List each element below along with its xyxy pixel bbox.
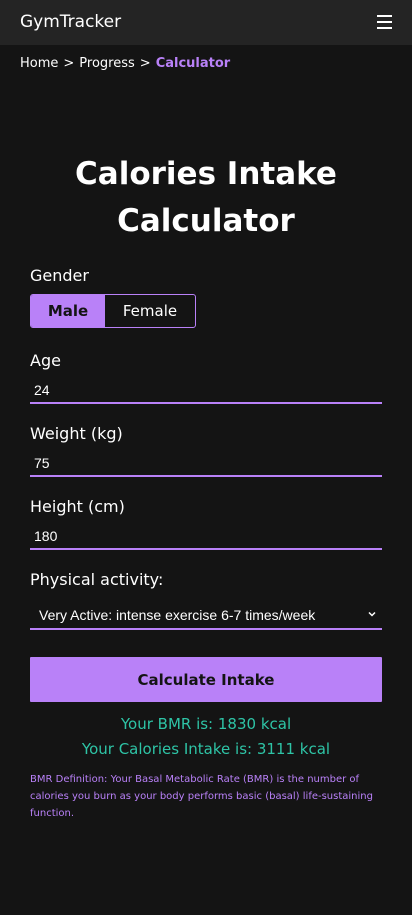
page-title: Calories Intake Calculator: [0, 151, 412, 245]
breadcrumb-separator: >: [63, 56, 75, 71]
intake-result: Your Calories Intake is: 3111 kcal: [81, 740, 331, 758]
bmr-result: Your BMR is: 1830 kcal: [120, 715, 292, 733]
activity-select[interactable]: Very Active: intense exercise 6-7 times/…: [30, 602, 382, 630]
activity-label: Physical activity:: [30, 570, 164, 589]
breadcrumb-home[interactable]: Home: [20, 56, 58, 71]
age-label: Age: [30, 351, 61, 370]
height-label: Height (cm): [30, 497, 125, 516]
activity-selected-value: Very Active: intense exercise 6-7 times/…: [39, 607, 316, 623]
hamburger-icon[interactable]: [377, 15, 392, 29]
weight-input[interactable]: 75: [30, 451, 382, 477]
page-title-line2: Calculator: [117, 203, 295, 239]
bmr-definition-note: BMR Definition: Your Basal Metabolic Rat…: [30, 774, 373, 819]
chevron-down-icon: [368, 611, 376, 617]
breadcrumb: Home > Progress > Calculator: [20, 56, 230, 72]
breadcrumb-current: Calculator: [155, 56, 231, 71]
weight-label: Weight (kg): [30, 424, 123, 443]
age-input[interactable]: 24: [30, 378, 382, 404]
calculate-intake-button[interactable]: Calculate Intake: [30, 657, 382, 702]
top-navbar: GymTracker: [0, 0, 412, 45]
gender-label: Gender: [30, 266, 89, 285]
page-title-line1: Calories Intake: [75, 156, 337, 192]
height-input[interactable]: 180: [30, 524, 382, 550]
brand-logo[interactable]: GymTracker: [20, 11, 121, 33]
gender-female-button[interactable]: Female: [105, 295, 195, 327]
breadcrumb-progress[interactable]: Progress: [79, 56, 134, 71]
breadcrumb-separator: >: [139, 56, 151, 71]
gender-toggle: Male Female: [30, 294, 196, 328]
gender-male-button[interactable]: Male: [31, 295, 105, 327]
